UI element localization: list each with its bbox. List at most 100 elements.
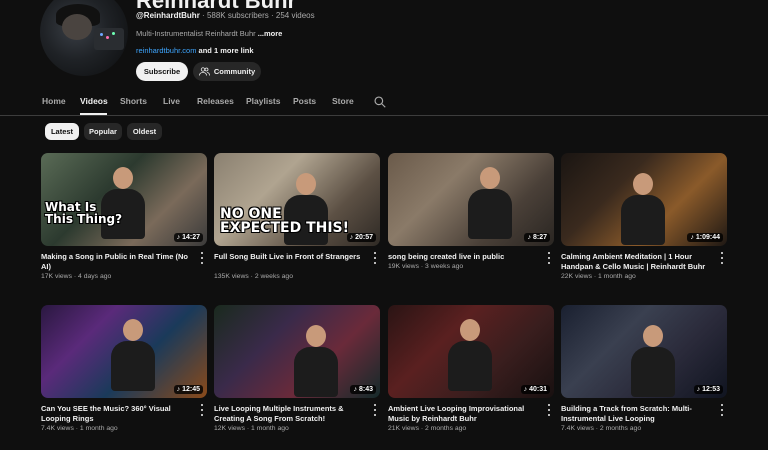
music-note-icon: ♪: [353, 386, 357, 393]
video-meta: 7.4K views · 1 month ago: [41, 425, 118, 432]
video-card[interactable]: ♪ 1:09:44 Calming Ambient Meditation | 1 H…: [561, 153, 727, 280]
video-thumbnail[interactable]: NO ONE EXPECTED THIS! ♪ 20:57: [214, 153, 380, 246]
tab-posts[interactable]: Posts: [293, 96, 316, 106]
upload-age: 2 weeks ago: [254, 273, 293, 280]
video-meta: 19K views · 3 weeks ago: [388, 263, 463, 270]
meta-separator: ·: [420, 263, 424, 270]
search-icon[interactable]: [373, 95, 387, 109]
video-count: 254 videos: [275, 11, 315, 20]
chip-latest[interactable]: Latest: [45, 123, 79, 140]
more-vert-icon[interactable]: [546, 404, 552, 416]
video-card[interactable]: NO ONE EXPECTED THIS! ♪ 20:57 Full Song Bui…: [214, 153, 380, 280]
video-card[interactable]: ♪ 8:27 song being created live in public 19…: [388, 153, 554, 270]
video-thumbnail[interactable]: ♪ 8:43: [214, 305, 380, 398]
more-vert-icon[interactable]: [372, 404, 378, 416]
video-title[interactable]: Calming Ambient Meditation | 1 Hour Hand…: [561, 252, 711, 272]
video-meta: 17K views · 4 days ago: [41, 273, 111, 280]
upload-age: 2 months ago: [599, 425, 642, 432]
meta-separator: ·: [420, 425, 424, 432]
view-count: 21K views: [388, 425, 419, 432]
tab-live[interactable]: Live: [163, 96, 180, 106]
people-icon: [198, 67, 210, 76]
thumbnail-figure: [631, 325, 675, 397]
video-title[interactable]: Ambient Live Looping Improvisational Mus…: [388, 404, 538, 424]
video-card[interactable]: ♪ 12:53 Building a Track from Scratch: Mul…: [561, 305, 727, 432]
subscriber-count: 588K subscribers: [206, 11, 269, 20]
chip-popular[interactable]: Popular: [84, 123, 122, 140]
music-note-icon: ♪: [176, 386, 181, 393]
video-thumbnail[interactable]: ♪ 40:31: [388, 305, 554, 398]
video-title[interactable]: Making a Song in Public in Real Time (No…: [41, 252, 191, 272]
upload-age: 1 month ago: [598, 273, 636, 280]
video-title[interactable]: Can You SEE the Music? 360° Visual Loopi…: [41, 404, 191, 424]
video-thumbnail[interactable]: ♪ 12:45: [41, 305, 207, 398]
meta-separator: ·: [246, 425, 250, 432]
video-duration: ♪ 14:27: [173, 233, 203, 242]
channel-description[interactable]: Multi-Instrumentalist Reinhardt Buhr ...…: [136, 29, 282, 38]
video-meta: 7.4K views · 2 months ago: [561, 425, 641, 432]
more-vert-icon[interactable]: [199, 404, 205, 416]
more-vert-icon[interactable]: [719, 252, 725, 264]
subscribe-button[interactable]: Subscribe: [136, 62, 188, 81]
music-note-icon: ♪: [696, 386, 701, 393]
channel-meta: @ReinhardtBuhr · 588K subscribers · 254 …: [136, 11, 315, 20]
video-duration: ♪ 8:43: [350, 385, 376, 394]
video-title[interactable]: Full Song Built Live in Front of Strange…: [214, 252, 364, 262]
view-count: 7.4K views: [41, 425, 74, 432]
upload-age: 4 days ago: [78, 273, 112, 280]
video-thumbnail[interactable]: ♪ 1:09:44: [561, 153, 727, 246]
tab-home[interactable]: Home: [42, 96, 66, 106]
duration-text: 8:27: [532, 234, 547, 241]
tab-store[interactable]: Store: [332, 96, 354, 106]
tab-releases[interactable]: Releases: [197, 96, 234, 106]
video-duration: ♪ 12:53: [693, 385, 723, 394]
upload-age: 3 weeks ago: [425, 263, 464, 270]
video-title[interactable]: song being created live in public: [388, 252, 538, 262]
meta-separator: ·: [593, 273, 597, 280]
channel-avatar[interactable]: [40, 0, 128, 76]
video-duration: ♪ 1:09:44: [687, 233, 723, 242]
video-card[interactable]: ♪ 12:45 Can You SEE the Music? 360° Visual…: [41, 305, 207, 432]
view-count: 17K views: [41, 273, 72, 280]
view-count: 22K views: [561, 273, 592, 280]
meta-separator: ·: [271, 11, 274, 20]
video-meta: 12K views · 1 month ago: [214, 425, 289, 432]
more-vert-icon[interactable]: [719, 404, 725, 416]
more-vert-icon[interactable]: [372, 252, 378, 264]
video-thumbnail[interactable]: ♪ 8:27: [388, 153, 554, 246]
video-meta: 135K views · 2 weeks ago: [214, 273, 293, 280]
duration-text: 40:31: [529, 386, 547, 393]
video-thumbnail[interactable]: ♪ 12:53: [561, 305, 727, 398]
music-note-icon: ♪: [176, 234, 181, 241]
duration-text: 8:43: [358, 386, 373, 393]
video-meta: 21K views · 2 months ago: [388, 425, 466, 432]
more-vert-icon[interactable]: [546, 252, 552, 264]
upload-age: 1 month ago: [251, 425, 289, 432]
community-button[interactable]: Community: [193, 62, 261, 81]
tab-playlists[interactable]: Playlists: [246, 96, 281, 106]
video-card[interactable]: ♪ 8:43 Live Looping Multiple Instruments &…: [214, 305, 380, 432]
thumbnail-figure: [448, 319, 492, 391]
duration-text: 1:09:44: [695, 234, 720, 241]
view-count: 135K views: [214, 273, 249, 280]
tab-videos[interactable]: Videos: [80, 96, 108, 106]
more-link[interactable]: ...more: [258, 29, 283, 38]
website-link[interactable]: reinhardtbuhr.com: [136, 46, 196, 55]
video-thumbnail[interactable]: What Is This Thing? ♪ 14:27: [41, 153, 207, 246]
video-card[interactable]: ♪ 40:31 Ambient Live Looping Improvisation…: [388, 305, 554, 432]
more-vert-icon[interactable]: [199, 252, 205, 264]
more-links[interactable]: and 1 more link: [199, 46, 254, 55]
channel-tabs: Home Videos Shorts Live Releases Playlis…: [0, 92, 768, 116]
music-note-icon: ♪: [690, 234, 694, 241]
video-duration: ♪ 40:31: [520, 385, 550, 394]
video-meta: 22K views · 1 month ago: [561, 273, 636, 280]
video-title[interactable]: Live Looping Multiple Instruments & Crea…: [214, 404, 364, 424]
meta-separator: ·: [73, 273, 77, 280]
chip-oldest[interactable]: Oldest: [127, 123, 162, 140]
channel-handle: @ReinhardtBuhr: [136, 11, 200, 20]
thumbnail-figure: [621, 173, 665, 245]
video-card[interactable]: What Is This Thing? ♪ 14:27 Making a Song i…: [41, 153, 207, 280]
music-note-icon: ♪: [349, 234, 354, 241]
tab-shorts[interactable]: Shorts: [120, 96, 147, 106]
video-title[interactable]: Building a Track from Scratch: Multi-Ins…: [561, 404, 711, 424]
